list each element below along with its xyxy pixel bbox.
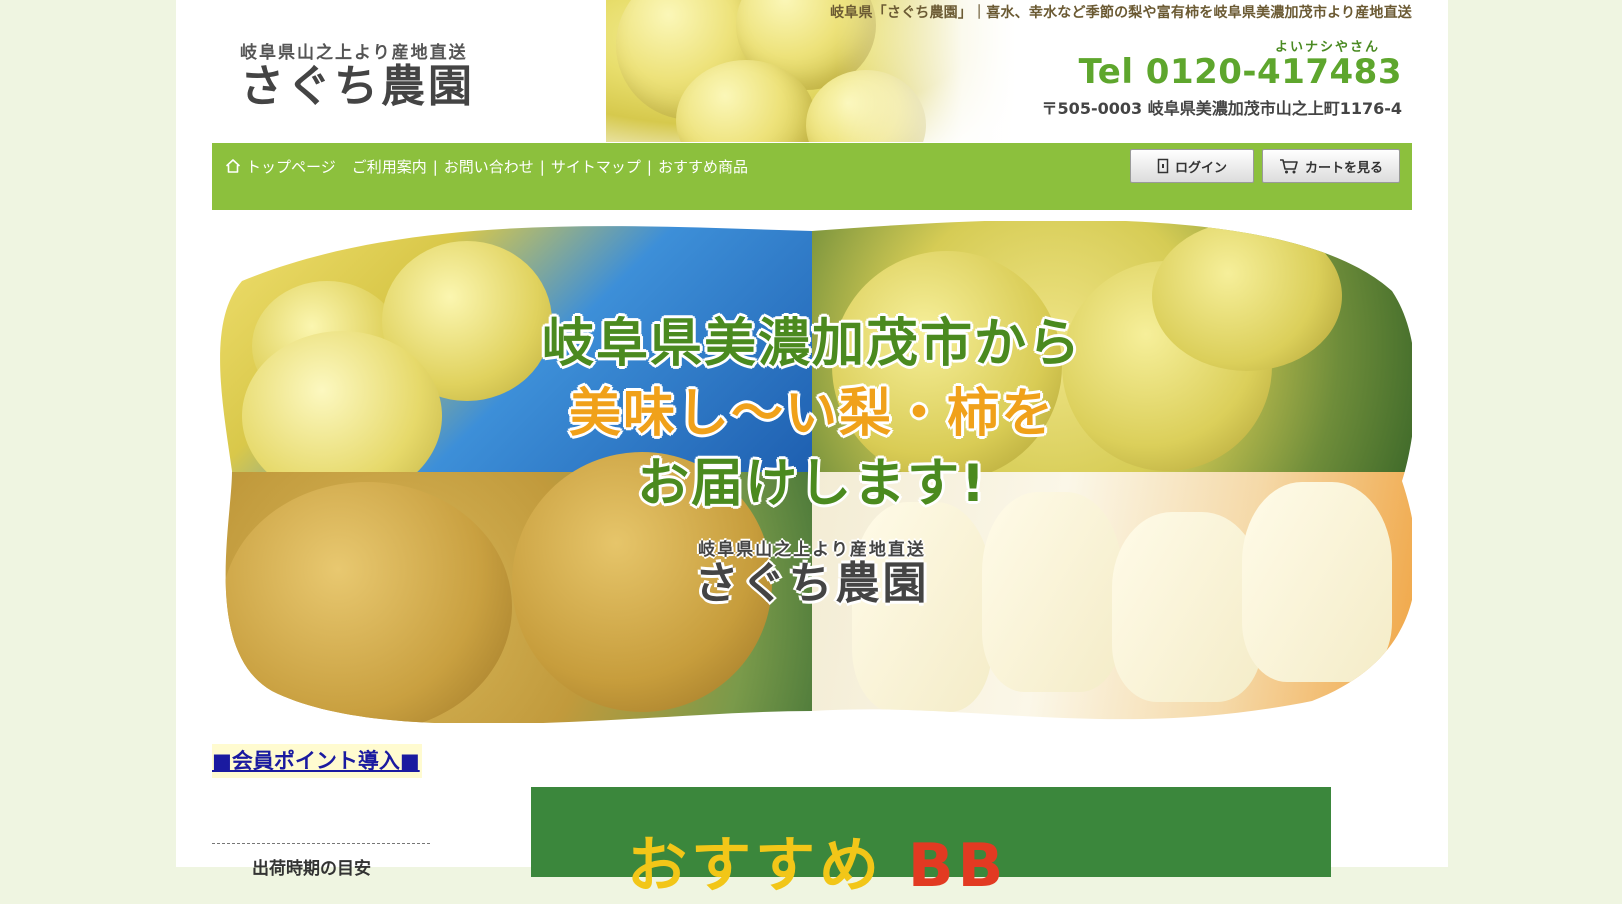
nav-link-sitemap[interactable]: サイトマップ xyxy=(551,158,641,176)
global-nav: トップページ ご利用案内 | お問い合わせ | サイトマップ | おすすめ商品 ログイン カー… xyxy=(212,143,1412,210)
cart-button[interactable]: カートを見る xyxy=(1262,149,1400,183)
nav-separator: | xyxy=(646,158,652,176)
nav-link-contact[interactable]: お問い合わせ xyxy=(444,158,534,176)
login-button[interactable]: ログイン xyxy=(1130,149,1254,183)
page-container: 岐阜県「さぐち農園」｜喜水、幸水など季節の梨や富有柿を岐阜県美濃加茂市より産地直… xyxy=(176,0,1448,901)
home-icon xyxy=(226,159,240,173)
nav-links: トップページ ご利用案内 | お問い合わせ | サイトマップ | おすすめ商品 xyxy=(226,155,766,180)
login-label: ログイン xyxy=(1174,160,1227,176)
banner-text: おすすめ BB xyxy=(627,817,1007,904)
tel-number: Tel 0120-417483 xyxy=(1078,52,1402,92)
nav-link-recommended[interactable]: おすすめ商品 xyxy=(658,158,748,176)
banner-text-b: BB xyxy=(907,831,1008,901)
nav-link-guide[interactable]: ご利用案内 xyxy=(352,158,427,176)
main-banner[interactable]: おすすめ BB xyxy=(531,787,1331,901)
cart-icon xyxy=(1279,159,1298,174)
site-logo[interactable]: 岐阜県山之上より産地直送 さぐち農園 xyxy=(240,38,475,109)
cart-label: カートを見る xyxy=(1304,160,1383,176)
nav-separator: | xyxy=(432,158,438,176)
address: 〒505-0003 岐阜県美濃加茂市山之上町1176-4 xyxy=(1041,99,1402,118)
contact-info: よいナシやさん Tel 0120-417483 〒505-0003 岐阜県美濃加… xyxy=(1042,36,1402,119)
hero-logo-subtitle: 岐阜県山之上より産地直送 xyxy=(698,540,926,560)
hero-banner: 岐阜県美濃加茂市から 美味し〜い梨・柿を お届けします! 岐阜県山之上より産地直… xyxy=(212,221,1412,723)
nav-link-home[interactable]: トップページ xyxy=(246,158,336,176)
hero-logo-title: さぐち農園 xyxy=(694,558,930,609)
hero-line-1: 岐阜県美濃加茂市から xyxy=(541,314,1082,374)
hero-text: 岐阜県美濃加茂市から 美味し〜い梨・柿を お届けします! 岐阜県山之上より産地直… xyxy=(212,309,1412,608)
member-points-link[interactable]: ■会員ポイント導入■ xyxy=(212,744,422,778)
logo-title: さぐち農園 xyxy=(240,61,475,112)
hero-logo: 岐阜県山之上より産地直送 さぐち農園 xyxy=(212,535,1412,608)
sidebar-divider xyxy=(212,843,430,844)
hero-line-3: お届けします! xyxy=(637,454,987,514)
header-tagline: 岐阜県「さぐち農園」｜喜水、幸水など季節の梨や富有柿を岐阜県美濃加茂市より産地直… xyxy=(830,5,1412,21)
login-icon xyxy=(1157,158,1169,174)
logo-subtitle: 岐阜県山之上より産地直送 xyxy=(240,43,468,63)
nav-separator: | xyxy=(539,158,545,176)
banner-text-a: おすすめ xyxy=(627,831,883,901)
hero-line-2: 美味し〜い梨・柿を xyxy=(568,384,1055,444)
